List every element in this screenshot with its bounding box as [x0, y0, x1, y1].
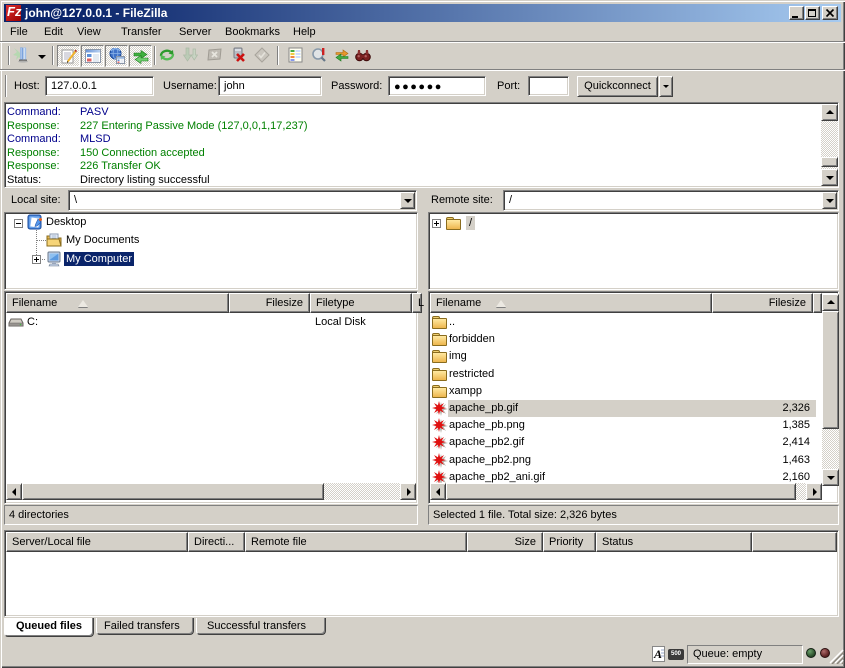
svg-text:A: A	[653, 647, 662, 661]
